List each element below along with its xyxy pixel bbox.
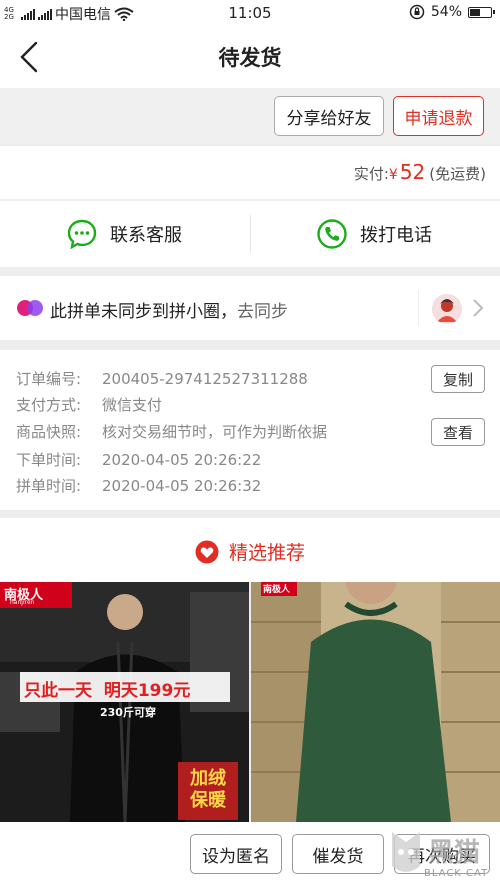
payment-summary: 实付: ¥ 52 (免运费) — [0, 146, 500, 200]
group-time-label: 拼单时间: — [16, 477, 82, 495]
bottom-action-bar: 设为匿名 催发货 再次购买 黑猫 BLACK CAT — [0, 822, 500, 888]
avatar — [432, 294, 462, 324]
chat-bubble-icon — [67, 219, 97, 250]
sync-link[interactable]: 去同步 — [237, 302, 288, 322]
group-time-value: 2020-04-05 20:26:32 — [102, 477, 262, 495]
battery-icon — [468, 6, 495, 18]
payment-method-value: 微信支付 — [102, 396, 163, 414]
order-number-row: 订单编号: 200405-297412527311288 — [16, 368, 308, 389]
battery-percent: 54% — [430, 4, 462, 20]
paid-amount: 实付: ¥ 52 (免运费) — [354, 160, 486, 184]
product-promo-sub-1: 230斤可穿 — [100, 706, 156, 719]
payment-method-label: 支付方式: — [16, 396, 82, 414]
order-action-bar: 分享给好友 申请退款 — [0, 88, 500, 144]
order-time-label: 下单时间: — [16, 451, 82, 469]
order-time-value: 2020-04-05 20:26:22 — [102, 451, 262, 469]
copy-button[interactable]: 复制 — [431, 365, 485, 393]
status-bar-right: 54% — [409, 4, 495, 20]
recommend-header: 精选推荐 — [0, 518, 500, 582]
watermark: 黑猫 BLACK CAT — [386, 826, 496, 886]
order-number-value: 200405-297412527311288 — [102, 370, 308, 388]
sync-text: 此拼单未同步到拼小圈，去同步 — [50, 297, 288, 322]
heart-icon — [195, 540, 219, 563]
recommend-title-text: 精选推荐 — [228, 542, 305, 564]
share-button[interactable]: 分享给好友 — [274, 96, 384, 136]
watermark-brand: 黑猫 — [428, 838, 481, 868]
call-phone-button[interactable]: 拨打电话 — [316, 201, 432, 267]
group-time-row: 拼单时间: 2020-04-05 20:26:32 — [16, 475, 261, 496]
order-number-label: 订单编号: — [16, 370, 82, 388]
payment-method-row: 支付方式: 微信支付 — [16, 394, 162, 415]
paid-label: 实付: — [353, 165, 389, 183]
product-image-2 — [251, 582, 500, 822]
product-card-2[interactable]: 南极人 — [251, 582, 500, 822]
product-card-1[interactable]: 南极人 nanjiren 只此一天 明天199元 230斤可穿 加绒 保暖 — [0, 582, 249, 822]
snapshot-label: 商品快照: — [16, 423, 82, 441]
nav-bar: 待发货 — [0, 26, 500, 88]
product-badge-line1: 加绒 — [190, 768, 226, 789]
chevron-right-icon — [473, 299, 484, 317]
product-brand-2: 南极人 — [263, 585, 291, 595]
status-bar: 4G 2G 中国电信 11:05 54% — [0, 0, 500, 26]
paid-value: 52 — [399, 160, 426, 184]
order-time-row: 下单时间: 2020-04-05 20:26:22 — [16, 449, 261, 470]
sync-divider — [418, 290, 419, 326]
sync-message: 此拼单未同步到拼小圈， — [50, 302, 237, 322]
contact-service-label: 联系客服 — [110, 225, 182, 246]
product-badge-line2: 保暖 — [190, 790, 226, 811]
product-promo-1: 只此一天 明天199元 — [24, 681, 191, 701]
contact-row: 联系客服 拨打电话 — [0, 201, 500, 267]
product-badge-1: 加绒 保暖 — [178, 768, 238, 812]
shipping-note: (免运费) — [429, 165, 486, 183]
order-info: 订单编号: 200405-297412527311288 支付方式: 微信支付 商品… — [0, 350, 500, 510]
refund-button[interactable]: 申请退款 — [393, 96, 484, 136]
contact-divider — [250, 215, 251, 253]
phone-icon — [317, 219, 347, 249]
contact-service-button[interactable]: 联系客服 — [66, 201, 182, 267]
call-phone-label: 拨打电话 — [360, 225, 432, 246]
recommend-title: 精选推荐 — [0, 538, 500, 565]
snapshot-row: 商品快照: 核对交易细节时，可作为判断依据 — [16, 421, 327, 442]
currency-symbol: ¥ — [388, 167, 398, 183]
rotation-lock-icon — [409, 4, 425, 20]
page-title: 待发货 — [218, 46, 282, 70]
sync-circle-row[interactable]: 此拼单未同步到拼小圈，去同步 — [0, 276, 500, 340]
watermark-sub: BLACK CAT — [424, 868, 489, 879]
circle-logo-icon — [17, 300, 43, 316]
urge-shipping-button[interactable]: 催发货 — [292, 834, 384, 874]
product-brand-sub-1: nanjiren — [10, 599, 35, 606]
snapshot-value: 核对交易细节时，可作为判断依据 — [102, 423, 328, 441]
view-snapshot-button[interactable]: 查看 — [431, 418, 485, 446]
anonymous-button[interactable]: 设为匿名 — [190, 834, 282, 874]
battery-fill — [470, 8, 480, 16]
